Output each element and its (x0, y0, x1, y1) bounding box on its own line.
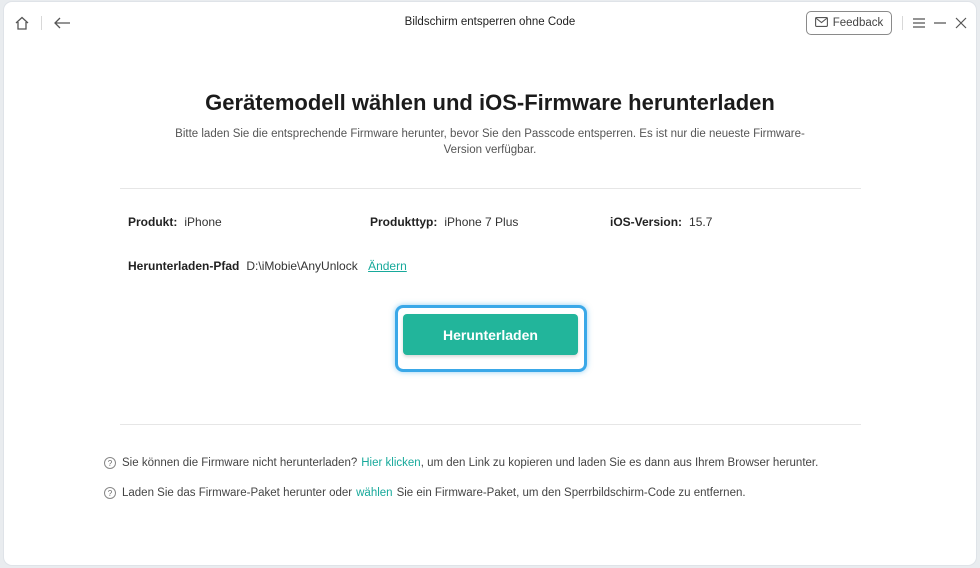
question-icon: ? (104, 487, 116, 499)
app-window: Bildschirm entsperren ohne Code Feedback… (4, 2, 976, 565)
title-bar: Bildschirm entsperren ohne Code Feedback (4, 2, 976, 44)
page-subtitle: Bitte laden Sie die entsprechende Firmwa… (175, 128, 805, 156)
note1-text-before: Sie können die Firmware nicht herunterla… (122, 457, 358, 469)
minimize-icon[interactable] (930, 13, 950, 33)
close-icon[interactable] (951, 13, 971, 33)
note2-text-after: Sie ein Firmware-Paket, um den Sperrbild… (396, 487, 746, 499)
menu-icon[interactable] (909, 13, 929, 33)
help-note-2: ? Laden Sie das Firmware-Paket herunter … (104, 487, 746, 499)
question-icon: ? (104, 457, 116, 469)
help-note-1: ? Sie können die Firmware nicht herunter… (104, 457, 818, 469)
mail-icon (814, 16, 828, 30)
note1-text-after: , um den Link zu kopieren und laden Sie … (420, 457, 819, 469)
download-button[interactable]: Herunterladen (403, 314, 578, 355)
ios-version-info: iOS-Version: 15.7 (610, 215, 712, 229)
ios-version-label: iOS-Version: (610, 215, 683, 229)
product-type-info: Produkttyp: iPhone 7 Plus (370, 215, 518, 229)
page-title: Gerätemodell wählen und iOS-Firmware her… (205, 90, 775, 115)
change-path-link[interactable]: Ändern (368, 259, 407, 273)
note2-text-before: Laden Sie das Firmware-Paket herunter od… (122, 487, 353, 499)
select-firmware-link[interactable]: wählen (356, 487, 392, 499)
divider-top (120, 188, 861, 189)
download-path-label: Herunterladen-Pfad (128, 259, 240, 273)
product-label: Produkt: (128, 215, 178, 229)
download-path-value: D:\iMobie\AnyUnlock (246, 259, 358, 273)
divider-bottom (120, 424, 861, 425)
feedback-label: Feedback (832, 17, 884, 29)
product-type-label: Produkttyp: (370, 215, 438, 229)
download-path-info: Herunterladen-Pfad D:\iMobie\AnyUnlock Än… (128, 259, 407, 273)
feedback-button[interactable]: Feedback (806, 11, 892, 35)
titlebar-separator-right (902, 16, 903, 30)
ios-version-value: 15.7 (689, 215, 713, 229)
product-type-value: iPhone 7 Plus (444, 215, 519, 229)
click-here-link[interactable]: Hier klicken (361, 457, 420, 469)
product-value: iPhone (184, 215, 222, 229)
product-info: Produkt: iPhone (128, 215, 222, 229)
